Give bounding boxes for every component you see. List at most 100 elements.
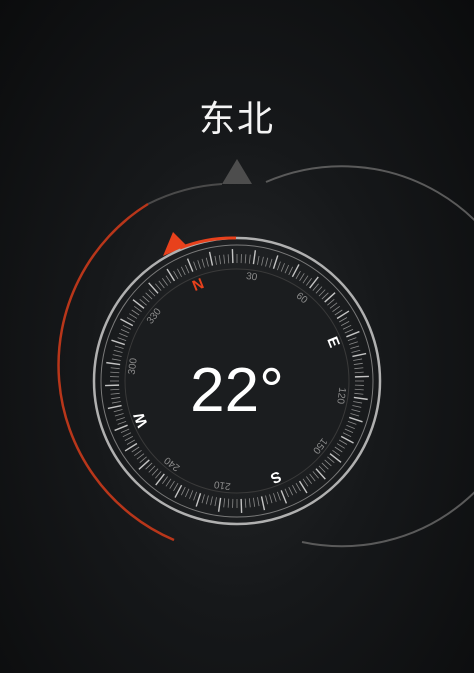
degree-tick <box>184 264 190 274</box>
degree-tick <box>126 317 136 323</box>
degree-tick <box>295 482 301 492</box>
degree-tick <box>117 337 127 342</box>
degree-tick <box>173 482 179 492</box>
degree-label: 30 <box>245 271 258 284</box>
degree-tick <box>244 498 247 508</box>
degree-tick <box>134 450 142 456</box>
degree-tick <box>148 289 156 297</box>
degree-tick <box>261 256 264 266</box>
degree-tick <box>344 428 354 434</box>
degree-tick <box>265 257 269 267</box>
degree-tick <box>338 317 348 323</box>
degree-tick <box>309 473 316 482</box>
degree-tick <box>276 261 281 271</box>
degree-tick <box>148 465 156 473</box>
degree-tick <box>120 428 130 434</box>
degree-tick <box>186 258 194 272</box>
degree-tick <box>162 278 168 286</box>
degree-tick <box>214 255 217 265</box>
degree-tick <box>292 485 297 494</box>
degree-tick <box>318 289 326 297</box>
degree-tick <box>332 450 340 456</box>
degree-tick <box>201 494 205 504</box>
degree-tick <box>169 480 175 489</box>
degree-tick <box>210 496 213 506</box>
heading-readout: 22° <box>190 356 284 425</box>
degree-tick <box>124 436 133 441</box>
degree-tick <box>129 313 138 319</box>
degree-tick <box>324 292 336 303</box>
degree-tick <box>223 498 226 508</box>
bezel-accent-arc <box>179 236 237 250</box>
degree-tick <box>193 491 198 501</box>
degree-tick <box>193 261 198 271</box>
degree-tick <box>223 254 226 264</box>
degree-label: 210 <box>213 478 231 491</box>
degree-tick <box>214 497 217 507</box>
degree-tick <box>138 459 150 470</box>
degree-tick <box>113 349 123 353</box>
degree-tick <box>227 498 230 508</box>
degree-tick <box>344 328 354 334</box>
degree-tick <box>288 486 294 496</box>
degree-tick <box>302 275 309 284</box>
degree-tick <box>338 439 348 445</box>
degree-tick <box>280 263 285 272</box>
degree-tick <box>197 260 201 269</box>
degree-tick <box>126 439 136 445</box>
degree-tick <box>122 432 132 438</box>
degree-tick <box>205 257 209 267</box>
degree-tick <box>180 266 186 276</box>
degree-tick <box>131 446 140 453</box>
outer-ring <box>147 183 223 205</box>
degree-tick <box>148 282 159 294</box>
degree-tick <box>248 254 251 264</box>
degree-tick <box>349 341 358 345</box>
degree-tick <box>269 494 273 504</box>
degree-tick <box>341 321 350 326</box>
degree-tick <box>260 496 266 511</box>
degree-tick <box>321 462 329 470</box>
degree-tick <box>111 339 125 346</box>
degree-tick <box>142 295 150 303</box>
degree-tick <box>327 456 335 463</box>
degree-tick <box>134 306 142 312</box>
degree-tick <box>284 488 290 498</box>
degree-tick <box>324 459 332 467</box>
degree-tick <box>195 493 202 507</box>
degree-tick <box>276 491 281 501</box>
degree-tick <box>336 443 345 449</box>
degree-tick <box>244 254 247 264</box>
degree-tick <box>145 462 153 470</box>
degree-tick <box>227 254 230 264</box>
compass-dial: 3060120150210240300330 NESW <box>57 159 474 548</box>
degree-tick <box>306 476 312 484</box>
degree-tick <box>165 275 172 284</box>
degree-tick <box>201 258 205 268</box>
degree-tick <box>151 468 159 476</box>
degree-tick <box>248 498 251 508</box>
degree-tick <box>318 465 326 473</box>
degree-tick <box>253 497 256 507</box>
degree-tick <box>346 330 360 338</box>
degree-tick <box>273 493 277 502</box>
degree-tick <box>334 309 343 316</box>
degree-tick <box>350 345 360 349</box>
degree-tick <box>189 490 194 499</box>
degree-tick <box>295 270 301 280</box>
degree-tick <box>158 280 165 289</box>
degree-tick <box>217 497 222 512</box>
degree-tick <box>321 292 329 300</box>
degree-tick <box>306 278 312 286</box>
degree-tick <box>315 286 323 294</box>
degree-tick <box>173 270 179 280</box>
degree-tick <box>329 302 338 309</box>
degree-tick <box>327 299 335 306</box>
degree-tick <box>177 268 182 277</box>
degree-tick <box>155 283 162 291</box>
degree-tick <box>280 490 288 504</box>
degree-tick <box>145 292 153 300</box>
degree-tick <box>114 345 124 349</box>
degree-tick <box>332 306 340 312</box>
degree-tick <box>334 446 343 453</box>
